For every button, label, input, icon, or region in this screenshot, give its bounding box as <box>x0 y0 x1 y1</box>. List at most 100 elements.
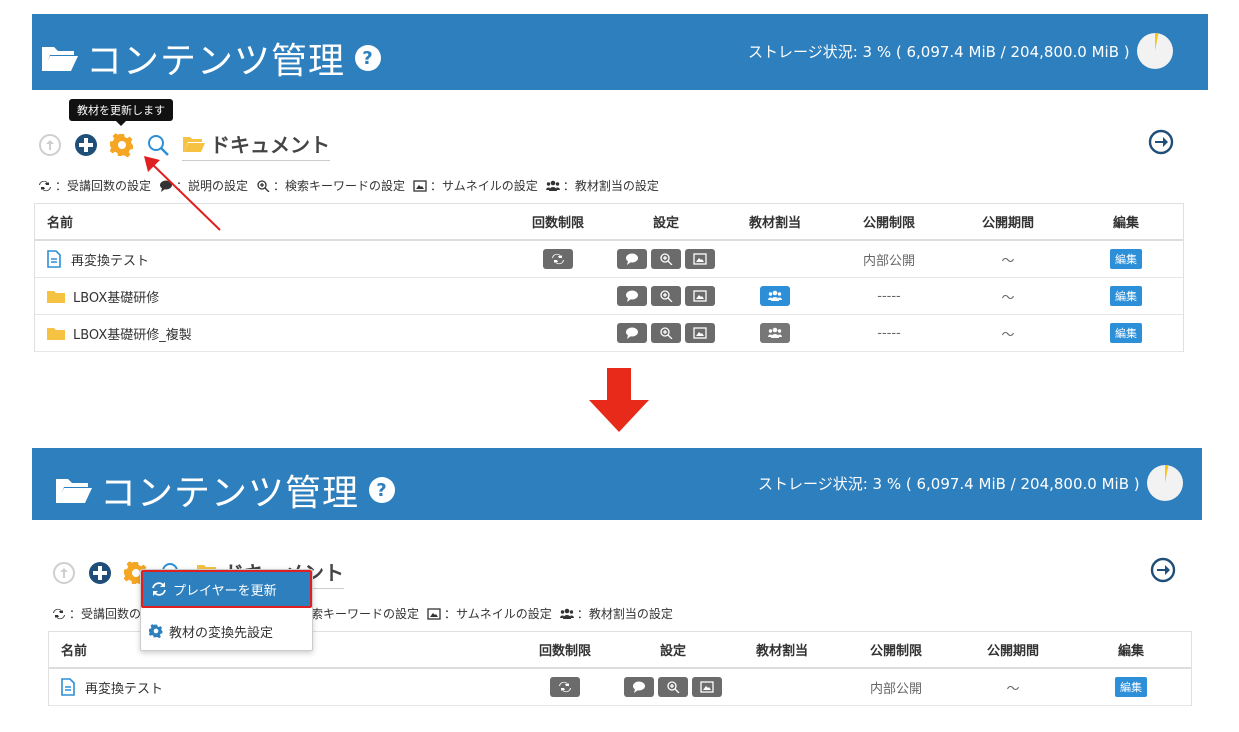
row-name[interactable]: LBOX基礎研修_複製 <box>73 324 192 343</box>
zoom-in-icon <box>660 290 673 302</box>
legend-text: ：検索キーワードの設定 <box>273 179 406 193</box>
table-row[interactable]: LBOX基礎研修_複製 ----- ～ 編集 <box>35 315 1183 352</box>
edit-button[interactable]: 編集 <box>1110 286 1142 306</box>
header-bar-bottom: コンテンツ管理 ? ストレージ状況: 3 % ( 6,097.4 MiB / 2… <box>32 448 1202 520</box>
row-name[interactable]: 再変換テスト <box>71 250 149 269</box>
help-icon[interactable]: ? <box>369 477 396 503</box>
image-icon <box>427 607 441 620</box>
zoom-in-icon <box>257 179 270 192</box>
storage-pie-icon <box>1146 464 1183 501</box>
legend-text: ：教材割当の設定 <box>562 179 659 193</box>
thumbnail-button[interactable] <box>685 249 715 269</box>
storage-label: ストレージ状況: 3 % ( 6,097.4 MiB / 204,800.0 M… <box>748 42 1130 61</box>
transition-arrow-icon <box>589 368 649 432</box>
page-title-text: コンテンツ管理 <box>86 41 346 82</box>
column-header: 公開期間 <box>986 644 1040 659</box>
storage-status: ストレージ状況: 3 % ( 6,097.4 MiB / 204,800.0 M… <box>748 32 1174 70</box>
page-title: コンテンツ管理 ? <box>40 32 382 84</box>
comment-icon <box>626 253 638 265</box>
next-arrow-icon[interactable] <box>1150 557 1176 583</box>
add-icon[interactable] <box>74 133 98 157</box>
users-icon <box>768 327 782 338</box>
up-arrow-icon[interactable] <box>52 561 76 585</box>
header-bar-top: コンテンツ管理 ? ストレージ状況: 3 % ( 6,097.4 MiB / 2… <box>32 14 1208 90</box>
storage-pie-icon <box>1136 32 1173 69</box>
legend-text: ：受講回数の設定 <box>55 179 152 193</box>
column-header[interactable]: 名前 <box>47 204 73 239</box>
edit-button[interactable]: 編集 <box>1115 677 1147 697</box>
table-row[interactable]: 再変換テスト 内部公開 ～ 編集 <box>49 669 1191 706</box>
thumbnail-button[interactable] <box>692 677 722 697</box>
menu-item-update-player[interactable]: プレイヤーを更新 <box>141 570 312 608</box>
period-cell: ～ <box>1001 327 1015 343</box>
repeat-button[interactable] <box>543 249 573 269</box>
storage-label: ストレージ状況: 3 % ( 6,097.4 MiB / 204,800.0 M… <box>758 474 1140 493</box>
add-icon[interactable] <box>88 561 112 585</box>
public-cell: 内部公開 <box>869 681 923 697</box>
column-header: 公開期間 <box>981 216 1035 231</box>
column-header: 回数制限 <box>531 216 585 231</box>
thumbnail-button[interactable] <box>685 323 715 343</box>
row-name[interactable]: 再変換テスト <box>85 678 163 697</box>
column-header: 設定 <box>659 644 687 659</box>
annotation-arrow <box>144 156 221 231</box>
help-icon[interactable]: ? <box>355 45 382 71</box>
users-icon <box>545 180 560 191</box>
table-row[interactable]: LBOX基礎研修 ----- ～ 編集 <box>35 278 1183 315</box>
keyword-button[interactable] <box>651 286 681 306</box>
legend: ：受講回数の設定 ：説明の設定 ：検索キーワードの設定 ：サムネイルの設定 ：教… <box>38 177 659 194</box>
keyword-button[interactable] <box>651 323 681 343</box>
menu-item-label: プレイヤーを更新 <box>173 583 277 599</box>
menu-item-conversion-settings[interactable]: 教材の変換先設定 <box>141 612 312 650</box>
table-row[interactable]: 再変換テスト 内部公開 ～ 編集 <box>35 241 1183 278</box>
name-cell: LBOX基礎研修_複製 <box>47 315 192 351</box>
breadcrumb-folder-name[interactable]: ドキュメント <box>210 129 330 158</box>
repeat-button[interactable] <box>550 677 580 697</box>
legend-text: ：サムネイルの設定 <box>430 179 538 193</box>
comment-button[interactable] <box>617 323 647 343</box>
legend-text: ：教材割当の設定 <box>576 607 673 621</box>
repeat-icon <box>559 681 571 693</box>
storage-status: ストレージ状況: 3 % ( 6,097.4 MiB / 204,800.0 M… <box>758 464 1184 502</box>
folder-icon <box>47 290 65 303</box>
keyword-button[interactable] <box>658 677 688 697</box>
tooltip: 教材を更新します <box>69 99 173 126</box>
document-icon <box>61 678 75 696</box>
comment-button[interactable] <box>617 249 647 269</box>
image-icon <box>693 327 707 339</box>
column-header: 教材割当 <box>748 216 802 231</box>
document-icon <box>47 250 61 268</box>
gear-dropdown-menu: プレイヤーを更新 教材の変換先設定 <box>140 569 313 651</box>
page-title: コンテンツ管理 ? <box>54 464 396 516</box>
assign-button[interactable] <box>760 323 790 343</box>
public-cell: 内部公開 <box>862 253 916 269</box>
column-header: 公開制限 <box>869 644 923 659</box>
column-header: 教材割当 <box>755 644 809 659</box>
folder-open-icon <box>56 479 92 503</box>
edit-button[interactable]: 編集 <box>1110 323 1142 343</box>
refresh-icon <box>152 582 166 596</box>
folder-icon <box>47 327 65 340</box>
repeat-icon <box>39 180 51 191</box>
column-header[interactable]: 名前 <box>61 632 87 667</box>
gear-icon[interactable] <box>110 133 134 157</box>
name-cell: LBOX基礎研修 <box>47 278 159 314</box>
edit-button[interactable]: 編集 <box>1110 249 1142 269</box>
comment-button[interactable] <box>624 677 654 697</box>
comment-icon <box>626 290 638 302</box>
users-icon <box>559 608 574 619</box>
keyword-button[interactable] <box>651 249 681 269</box>
zoom-in-icon <box>660 327 673 339</box>
assign-button[interactable] <box>760 286 790 306</box>
thumbnail-button[interactable] <box>685 286 715 306</box>
users-icon <box>768 290 782 301</box>
next-arrow-icon[interactable] <box>1148 129 1174 155</box>
row-name[interactable]: LBOX基礎研修 <box>73 287 159 306</box>
period-cell: ～ <box>1001 290 1015 306</box>
column-header: 公開制限 <box>862 216 916 231</box>
period-cell: ～ <box>1006 681 1020 697</box>
public-cell: ----- <box>877 325 901 341</box>
up-arrow-icon[interactable] <box>38 133 62 157</box>
page-title-text: コンテンツ管理 <box>100 473 360 514</box>
comment-button[interactable] <box>617 286 647 306</box>
